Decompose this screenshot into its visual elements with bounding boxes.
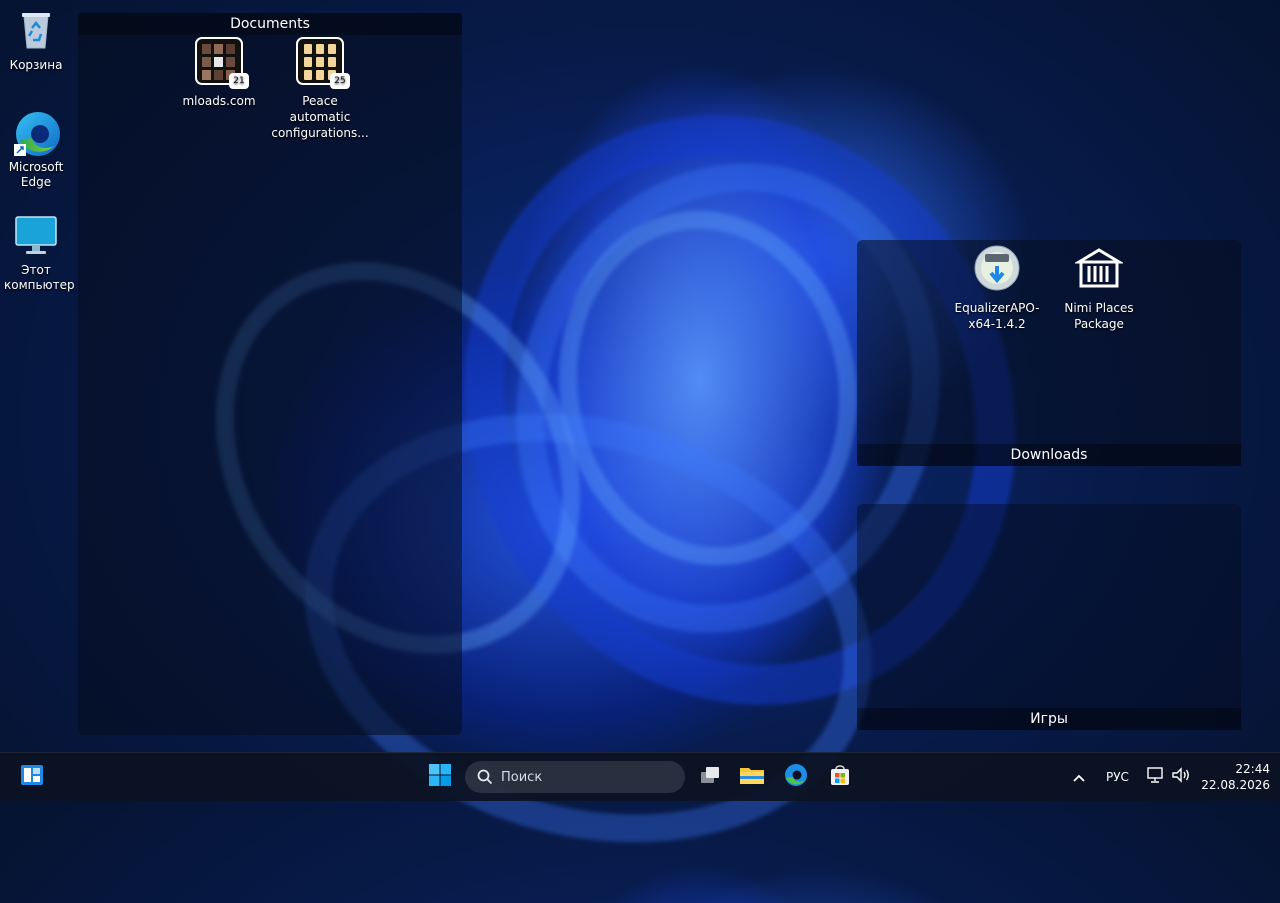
fence-folder-mloads[interactable]: 21 mloads.com — [169, 37, 269, 109]
taskbar: Поиск РУС 22:44 22.08.2026 — [0, 752, 1280, 801]
clock-date: 22.08.2026 — [1201, 778, 1270, 792]
package-icon — [1073, 244, 1125, 292]
network-volume-button[interactable] — [1142, 761, 1194, 793]
fence-item-label: EqualizerAPO-x64-1.4.2 — [954, 301, 1040, 331]
fence-title[interactable]: Downloads — [857, 444, 1241, 466]
recycle-bin-icon — [14, 8, 58, 52]
clock[interactable]: 22:44 22.08.2026 — [1196, 761, 1270, 793]
folder-portal-icon: 21 — [195, 37, 249, 89]
fence-games[interactable]: Игры — [857, 504, 1241, 730]
item-count-badge: 21 — [229, 73, 249, 89]
show-hidden-icons-button[interactable] — [1063, 761, 1095, 793]
search-box[interactable]: Поиск — [465, 761, 685, 793]
chevron-up-icon — [1072, 768, 1086, 787]
fence-folder-peace[interactable]: 25 Peace automatic configurations... — [270, 37, 370, 141]
edge-icon — [784, 763, 808, 791]
start-icon — [428, 763, 452, 791]
desktop-icon-edge[interactable]: Microsoft Edge — [4, 110, 68, 190]
file-explorer-button[interactable] — [736, 761, 768, 793]
store-button[interactable] — [824, 761, 856, 793]
desktop-icon-label: Корзина — [9, 58, 63, 72]
fence-item-nimi-places[interactable]: Nimi Places Package — [1049, 244, 1149, 332]
search-icon — [477, 769, 493, 785]
fence-item-label: mloads.com — [182, 94, 256, 108]
desktop-icon-this-pc[interactable]: Этот компьютер — [4, 213, 75, 293]
installer-disc-icon — [973, 244, 1021, 292]
desktop-icon-label: Microsoft Edge — [8, 160, 64, 189]
folder-portal-icon: 25 — [296, 37, 350, 89]
volume-icon — [1171, 766, 1191, 788]
edge-icon — [14, 110, 60, 156]
clock-time: 22:44 — [1235, 762, 1270, 776]
start-button[interactable] — [424, 761, 456, 793]
fence-item-label: Nimi Places Package — [1064, 301, 1134, 331]
task-view-icon — [698, 763, 722, 791]
item-count-badge: 25 — [330, 73, 350, 89]
store-icon — [828, 763, 852, 791]
edge-taskbar-button[interactable] — [780, 761, 812, 793]
fence-title[interactable]: Игры — [857, 708, 1241, 730]
fence-documents[interactable]: Documents 21 mloads.com 25 Peace automat… — [78, 13, 462, 735]
fence-title[interactable]: Documents — [78, 13, 462, 35]
language-indicator[interactable]: РУС — [1106, 770, 1129, 784]
fence-downloads[interactable]: Downloads EqualizerAPO-x64-1.4.2 Nimi Pl… — [857, 240, 1241, 466]
desktop-icon-recycle-bin[interactable]: Корзина — [4, 8, 68, 73]
task-view-button[interactable] — [694, 761, 726, 793]
fence-item-label: Peace automatic configurations... — [271, 94, 369, 140]
this-pc-icon — [14, 213, 58, 257]
fence-item-equalizerapo[interactable]: EqualizerAPO-x64-1.4.2 — [947, 244, 1047, 332]
desktop-icon-label: Этот компьютер — [4, 263, 75, 292]
search-placeholder: Поиск — [501, 769, 543, 785]
widgets-button[interactable] — [16, 761, 48, 793]
widgets-icon — [20, 763, 44, 791]
network-icon — [1145, 766, 1165, 788]
file-explorer-icon — [739, 763, 765, 791]
